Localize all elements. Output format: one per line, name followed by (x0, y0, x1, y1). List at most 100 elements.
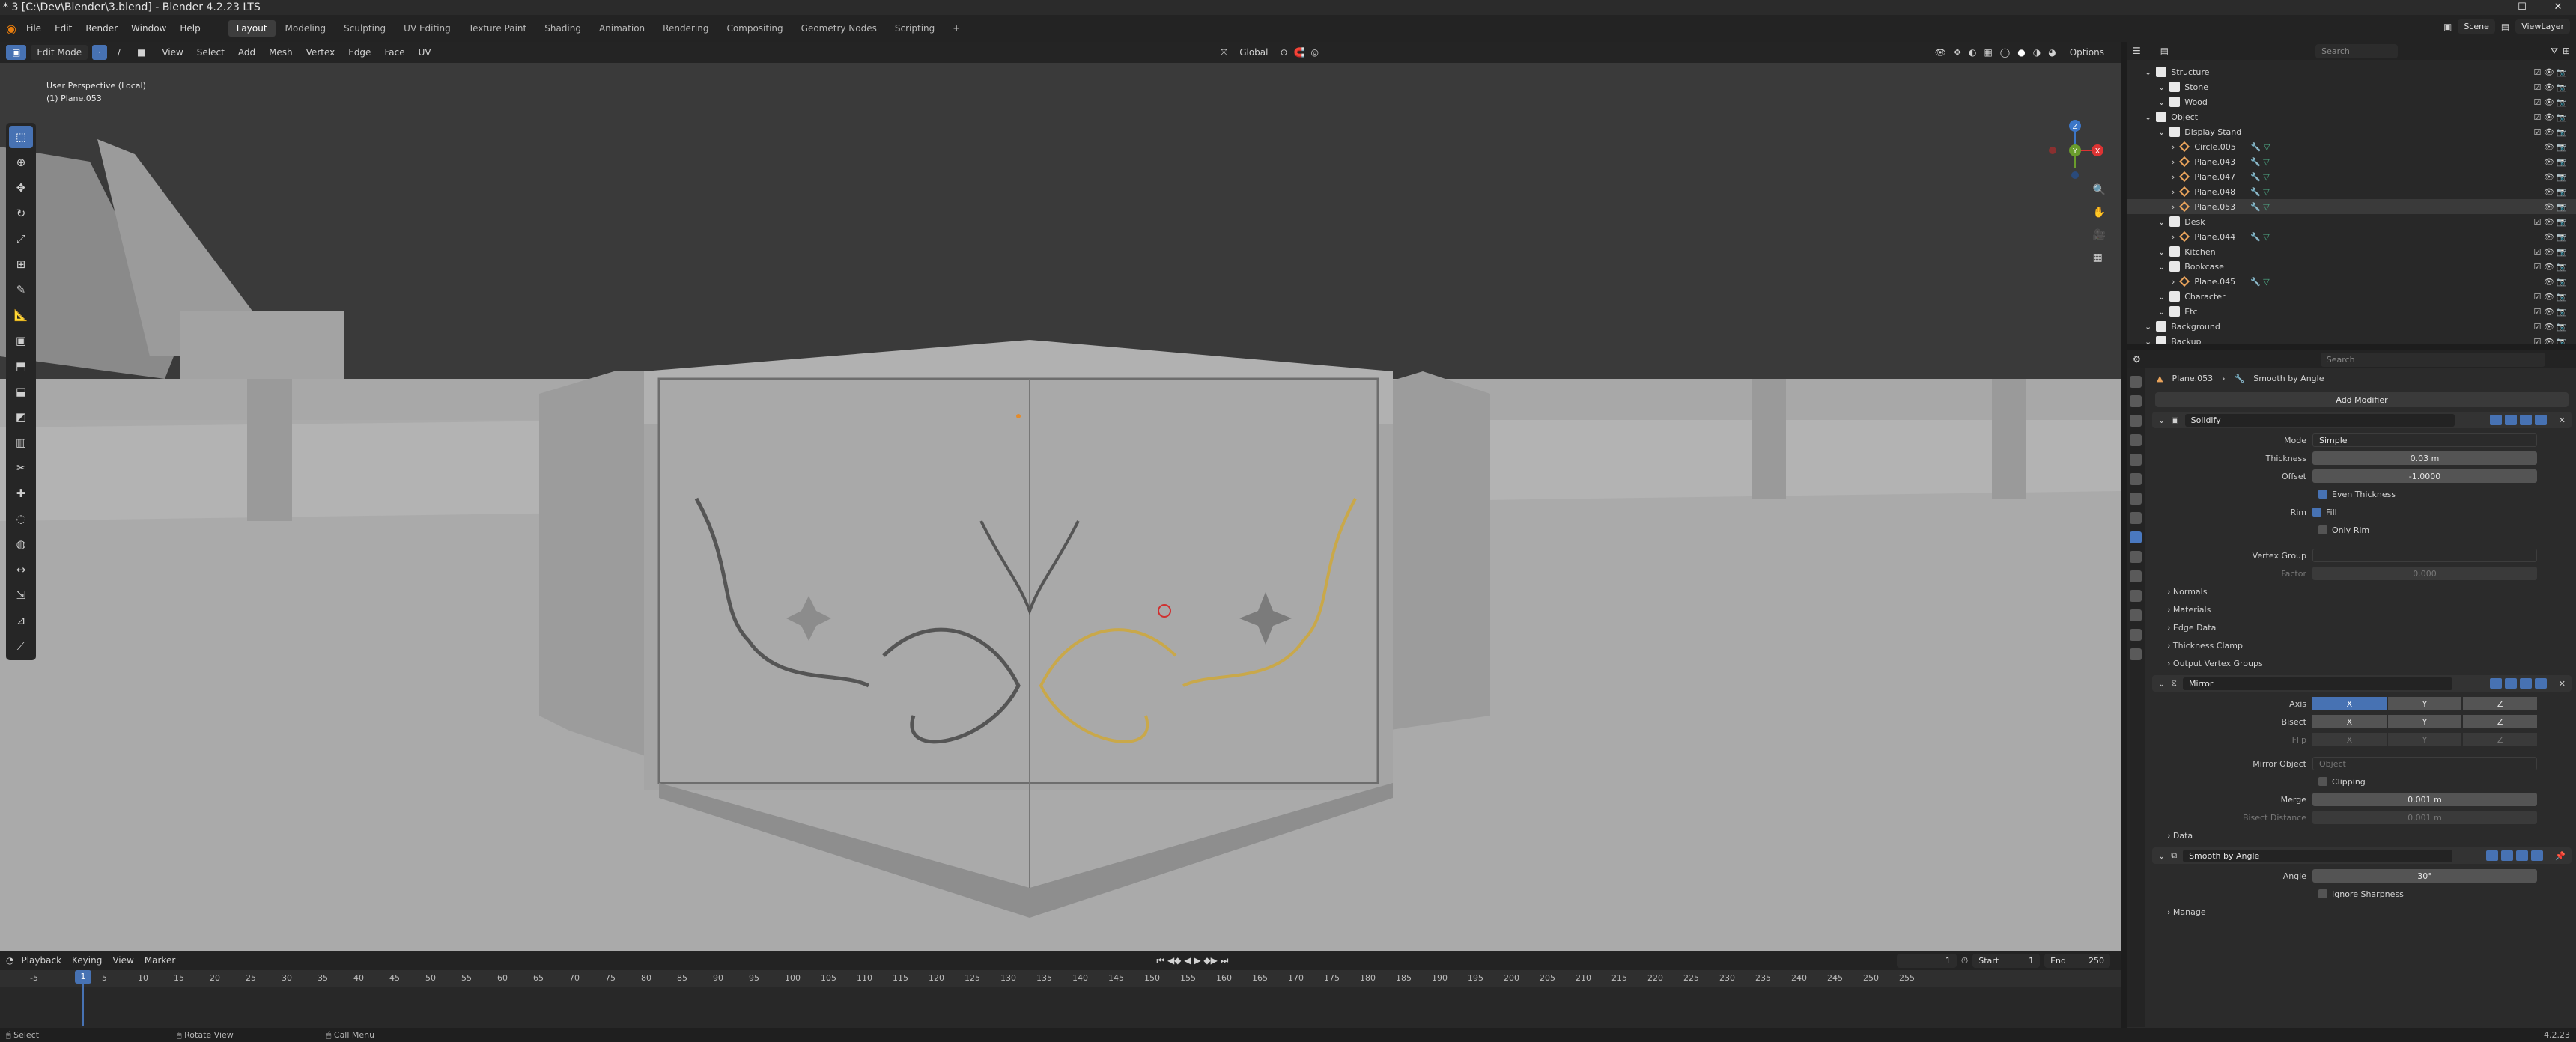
workspace-tab[interactable]: UV Editing (395, 20, 459, 37)
editor-type-icon[interactable]: ⚙ (2133, 354, 2141, 365)
visibility-toggles[interactable]: ☑ 👁 📷 (2533, 247, 2567, 257)
chevron-icon[interactable]: ⌄ (2158, 247, 2165, 257)
end-frame-field[interactable]: End 250 (2044, 953, 2110, 968)
outliner-row[interactable]: › Plane.047 🔧 ▽ 👁 📷 (2127, 169, 2576, 184)
gizmo-icon[interactable]: ✥ (1954, 47, 1961, 58)
render-toggle-icon[interactable] (2534, 415, 2547, 425)
inset-tool-icon[interactable]: ⬓ (9, 380, 33, 403)
play-icon[interactable]: ▶ (1194, 955, 1200, 966)
menu-help[interactable]: Help (174, 21, 205, 36)
ignore-sharpness-checkbox[interactable]: Ignore Sharpness (2318, 889, 2404, 899)
outliner-row[interactable]: ⌄ Bookcase ☑ 👁 📷 (2127, 259, 2576, 274)
spin-tool-icon[interactable]: ◌ (9, 508, 33, 530)
add-cube-tool-icon[interactable]: ▣ (9, 329, 33, 352)
editor-type-icon[interactable]: ◔ (6, 955, 13, 966)
timeline-menu-view[interactable]: View (112, 955, 133, 966)
visibility-toggles[interactable]: ☑ 👁 📷 (2533, 217, 2567, 227)
view-layer-selector[interactable]: ViewLayer (2515, 19, 2570, 34)
rip-tool-icon[interactable]: ⟋ (9, 635, 33, 657)
start-frame-field[interactable]: Start 1 (1972, 953, 2041, 968)
rotate-tool-icon[interactable]: ↻ (9, 202, 33, 225)
visibility-toggles[interactable]: 👁 📷 (2544, 157, 2567, 167)
annotate-tool-icon[interactable]: ✎ (9, 278, 33, 301)
chevron-icon[interactable]: › (2172, 277, 2175, 287)
playhead[interactable]: 1 (75, 970, 91, 984)
outliner-row[interactable]: ⌄ Character ☑ 👁 📷 (2127, 289, 2576, 304)
snap-icon[interactable]: 🧲 (1294, 47, 1305, 58)
mirror-object-field[interactable]: Object (2312, 757, 2537, 770)
bevel-tool-icon[interactable]: ◩ (9, 406, 33, 428)
chevron-icon[interactable]: ⌄ (2158, 82, 2165, 92)
properties-search[interactable]: Search (2320, 352, 2545, 367)
only-rim-checkbox[interactable]: Only Rim (2318, 525, 2369, 535)
material-tab-icon[interactable] (2130, 629, 2142, 641)
viewport-scene[interactable] (0, 42, 2121, 951)
navigation-gizmo[interactable]: Z X Y (2041, 117, 2109, 184)
shading-wireframe-icon[interactable]: ◯ (2000, 47, 2010, 58)
visibility-toggles[interactable]: ☑ 👁 📷 (2533, 67, 2567, 77)
chevron-icon[interactable]: › (2172, 187, 2175, 197)
subpanel[interactable]: › Output Vertex Groups (2148, 654, 2576, 672)
fill-checkbox[interactable]: Fill (2312, 508, 2337, 517)
outliner-row[interactable]: › Plane.045 🔧 ▽ 👁 📷 (2127, 274, 2576, 289)
world-tab-icon[interactable] (2130, 473, 2142, 485)
viewport-menu-edge[interactable]: Edge (342, 45, 377, 60)
current-frame-field[interactable]: 1 (1896, 953, 1957, 968)
outliner-row[interactable]: ⌄ Kitchen ☑ 👁 📷 (2127, 244, 2576, 259)
chevron-icon[interactable]: ⌄ (2158, 97, 2165, 107)
clipping-checkbox[interactable]: Clipping (2318, 777, 2366, 787)
zoom-icon[interactable]: 🔍 (2093, 184, 2106, 196)
jump-end-icon[interactable]: ⏭ (1221, 955, 1229, 966)
workspace-tab[interactable]: Animation (591, 20, 653, 37)
filter-icon[interactable]: ⛛ (2551, 46, 2558, 57)
chevron-icon[interactable]: ⌄ (2158, 127, 2165, 137)
texture-tab-icon[interactable] (2130, 648, 2142, 660)
workspace-tab[interactable]: Rendering (654, 20, 717, 37)
render-tab-icon[interactable] (2130, 395, 2142, 407)
thickness-field[interactable]: 0.03 m (2312, 451, 2537, 465)
outliner-row[interactable]: › Plane.043 🔧 ▽ 👁 📷 (2127, 154, 2576, 169)
viewport-menu-view[interactable]: View (156, 45, 189, 60)
offset-field[interactable]: -1.0000 (2312, 469, 2537, 483)
outliner-row[interactable]: ⌄ Desk ☑ 👁 📷 (2127, 214, 2576, 229)
tool-tab-icon[interactable] (2130, 376, 2142, 388)
viewport-toggle-icon[interactable] (2519, 415, 2532, 425)
visibility-toggles[interactable]: 👁 📷 (2544, 232, 2567, 242)
visibility-toggles[interactable]: ☑ 👁 📷 (2533, 262, 2567, 272)
chevron-icon[interactable]: › (2172, 157, 2175, 167)
timeline-menu-marker[interactable]: Marker (145, 955, 175, 966)
camera-icon[interactable]: 🎥 (2093, 229, 2106, 241)
select-mode-icon[interactable]: ▣ (6, 45, 27, 60)
subpanel[interactable]: › Edge Data (2148, 618, 2576, 636)
outliner-row[interactable]: ⌄ Display Stand ☑ 👁 📷 (2127, 124, 2576, 139)
cursor-tool-icon[interactable]: ⊕ (9, 151, 33, 174)
chevron-icon[interactable]: ⌄ (2145, 322, 2151, 332)
collection-tab-icon[interactable] (2130, 493, 2142, 505)
scale-tool-icon[interactable]: ⤢ (9, 228, 33, 250)
chevron-icon[interactable]: › (2172, 172, 2175, 182)
outliner-row[interactable]: › Plane.053 🔧 ▽ 👁 📷 (2127, 199, 2576, 214)
select-box-tool-icon[interactable]: ⬚ (9, 126, 33, 148)
mode-selector[interactable]: Edit Mode (31, 45, 88, 60)
jump-start-icon[interactable]: ⏮ (1156, 955, 1164, 966)
outliner-row[interactable]: ⌄ Background ☑ 👁 📷 (2127, 319, 2576, 334)
visibility-toggles[interactable]: ☑ 👁 📷 (2533, 112, 2567, 122)
close-icon[interactable]: ✕ (2559, 415, 2572, 425)
outliner-row[interactable]: ⌄ Backup ☑ 👁 📷 (2127, 334, 2576, 344)
timeline-menu-playback[interactable]: Playback (21, 955, 61, 966)
render-toggle-icon[interactable] (2534, 678, 2547, 689)
flip-z-toggle[interactable]: Z (2463, 733, 2538, 746)
proportional-edit-icon[interactable]: ◎ (1310, 47, 1318, 58)
chevron-icon[interactable]: ⌄ (2158, 262, 2165, 272)
chevron-icon[interactable]: ⌄ (2158, 217, 2165, 227)
next-key-icon[interactable]: ◆▶ (1203, 955, 1217, 966)
loop-cut-tool-icon[interactable]: ▥ (9, 431, 33, 454)
chevron-icon[interactable]: ⌄ (2145, 337, 2151, 345)
chevron-icon[interactable]: › (2172, 202, 2175, 212)
chevron-icon[interactable]: ⌄ (2145, 67, 2151, 77)
scene-selector[interactable]: Scene (2458, 19, 2495, 34)
visibility-toggles[interactable]: 👁 📷 (2544, 277, 2567, 287)
visibility-icon[interactable]: 👁 (1935, 47, 1946, 58)
chevron-icon[interactable]: › (2172, 232, 2175, 242)
outliner-row[interactable]: › Plane.044 🔧 ▽ 👁 📷 (2127, 229, 2576, 244)
